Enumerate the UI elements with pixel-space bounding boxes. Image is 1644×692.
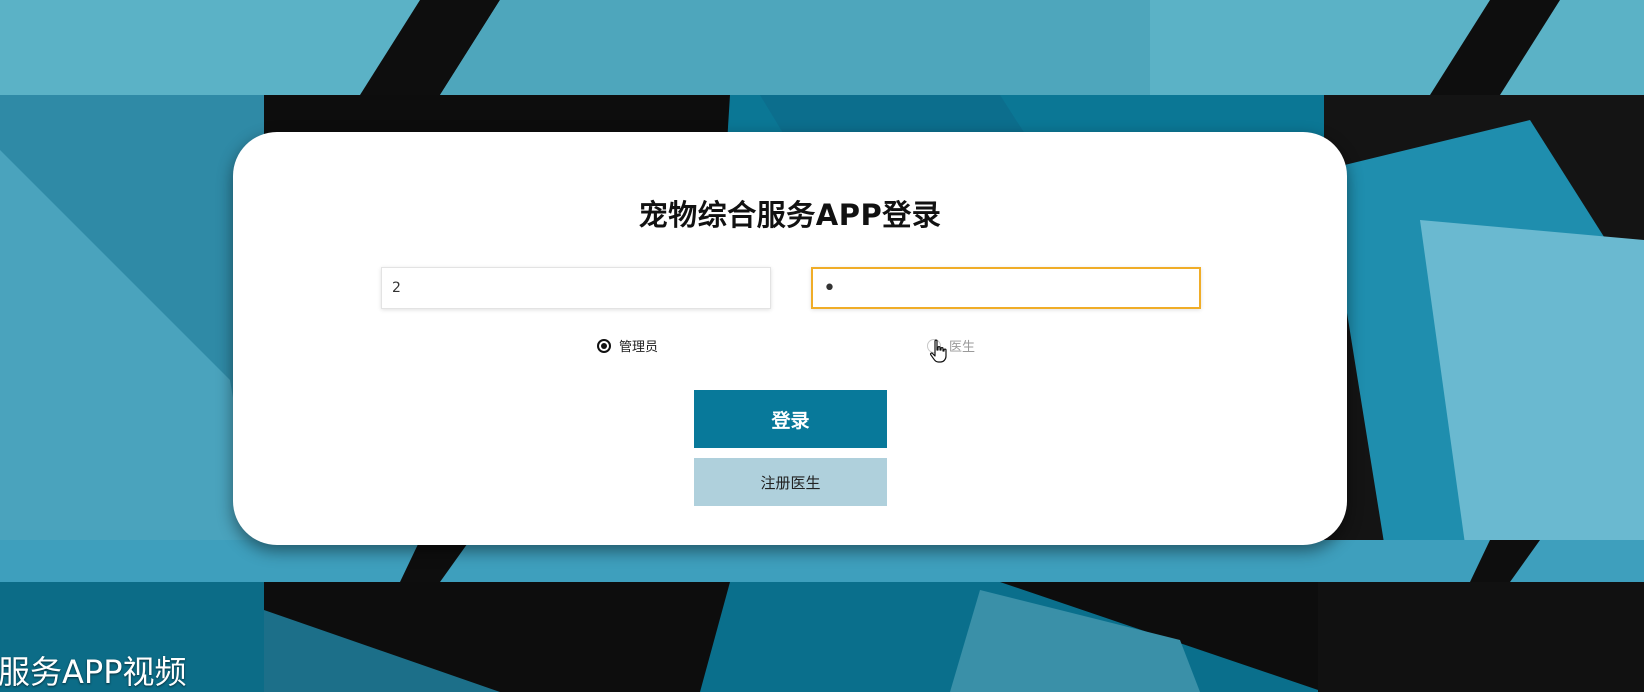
login-button[interactable]: 登录 <box>694 390 887 448</box>
login-title: 宠物综合服务APP登录 <box>638 198 942 232</box>
login-card: 宠物综合服务APP登录 管理员 医生 登录 注册医生 <box>233 132 1347 545</box>
username-input[interactable] <box>381 267 771 309</box>
video-caption: 服务APP视频 <box>0 653 187 691</box>
role-label-admin: 管理员 <box>619 340 659 355</box>
role-option-admin[interactable]: 管理员 <box>597 336 658 355</box>
hand-pointer-icon <box>930 339 947 363</box>
radio-admin[interactable] <box>597 338 611 353</box>
app-stage: 宠物综合服务APP登录 管理员 医生 登录 注册医生 服务APP视频 <box>0 0 1644 692</box>
password-input[interactable] <box>811 267 1201 309</box>
register-doctor-button[interactable]: 注册医生 <box>694 458 887 506</box>
role-label-doctor: 医生 <box>949 340 976 355</box>
